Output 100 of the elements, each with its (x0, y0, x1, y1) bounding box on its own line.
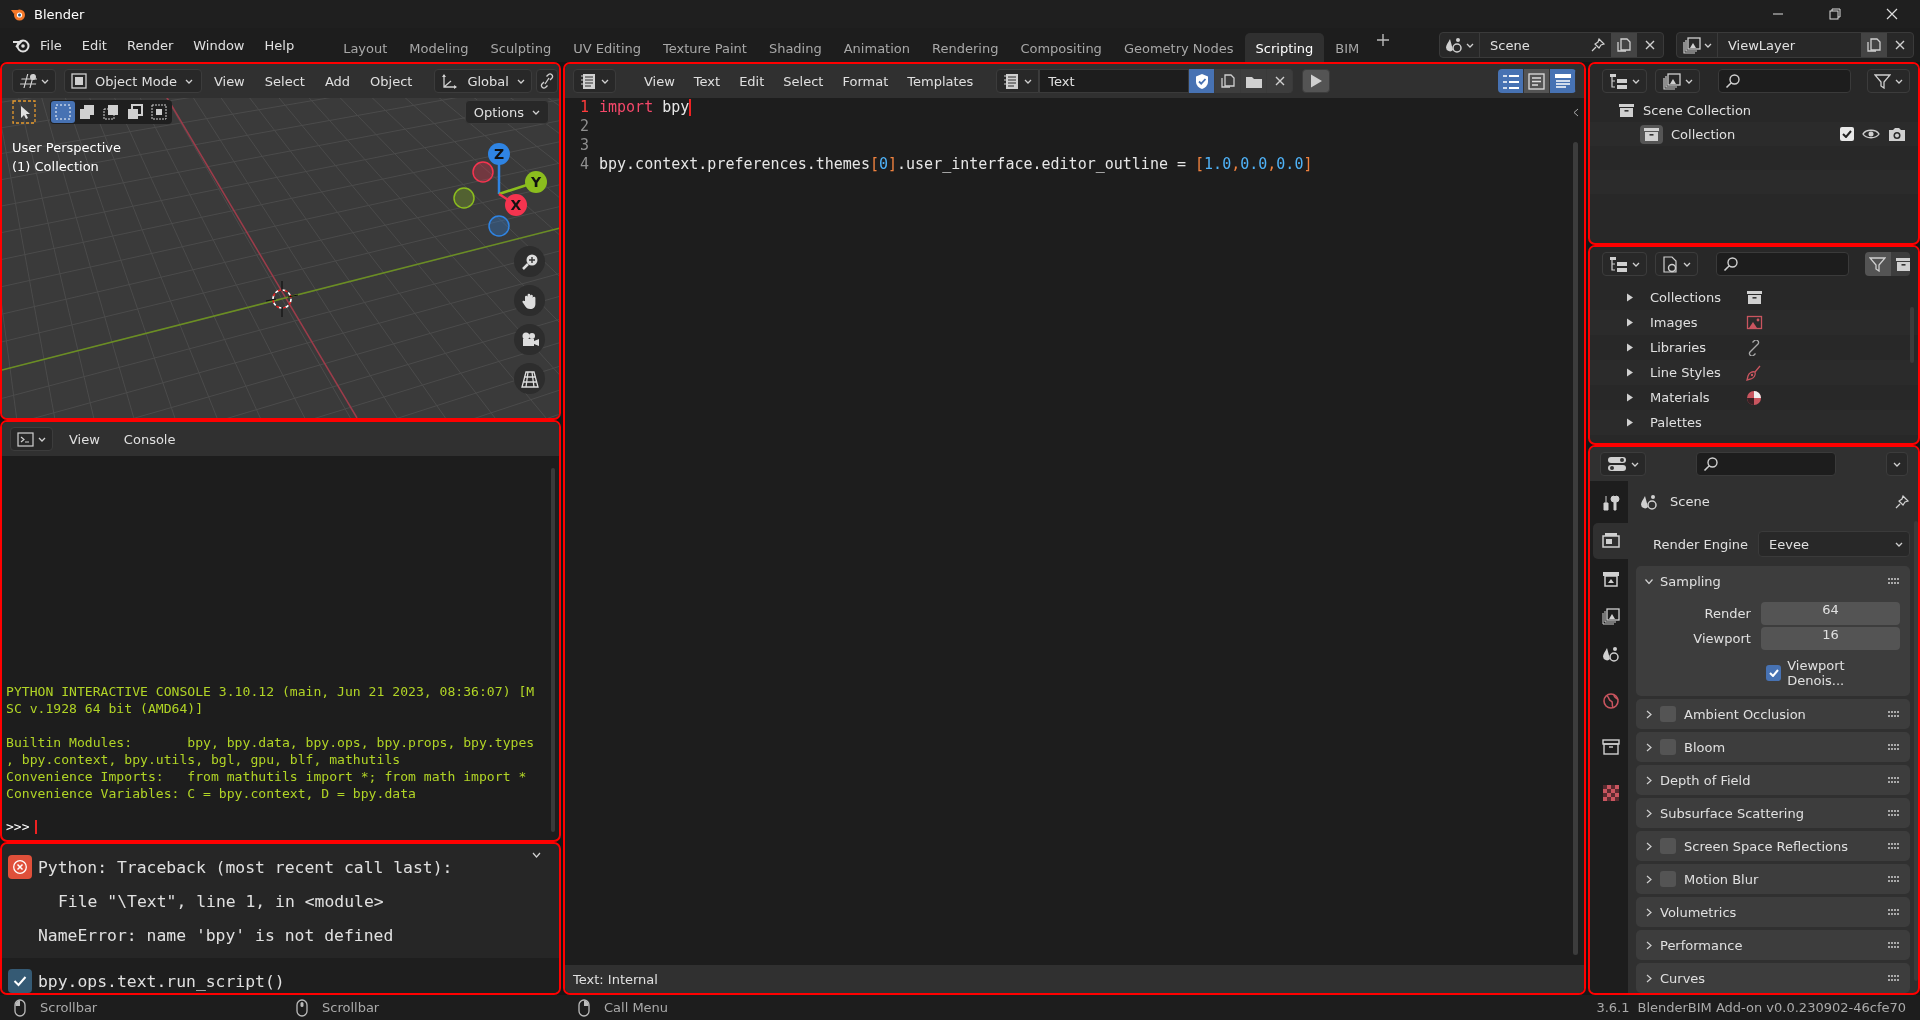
menu-item[interactable]: Select (256, 69, 313, 93)
outliner-item[interactable]: Collection (1671, 126, 1832, 142)
mode-dropdown[interactable]: Object Mode (64, 69, 202, 93)
expand-triangle-icon[interactable] (1626, 293, 1634, 302)
panel-header[interactable]: Curves (1660, 970, 1706, 986)
workspace-tab[interactable]: Shading (757, 33, 833, 63)
scene-selector[interactable]: Scene (1439, 32, 1664, 58)
new-scene-button[interactable] (1611, 33, 1637, 57)
panel-header[interactable]: Performance (1660, 937, 1743, 953)
filter-button[interactable] (1864, 252, 1891, 276)
workspace-tab[interactable]: Texture Paint (652, 33, 758, 63)
editor-type-button[interactable] (1600, 452, 1646, 476)
menu-item[interactable]: Templates (899, 69, 982, 93)
display-mode-button[interactable] (1602, 69, 1647, 93)
workspace-tab[interactable]: UV Editing (562, 33, 652, 63)
panel-header[interactable]: Volumetrics (1660, 904, 1737, 920)
panel-header[interactable]: Screen Space Reflections (1684, 838, 1849, 854)
data-category-item[interactable]: Materials (1650, 390, 1730, 405)
expand-triangle-icon[interactable] (1626, 418, 1634, 427)
options-button[interactable] (1886, 452, 1908, 476)
workspace-tab[interactable]: Geometry Nodes (1112, 33, 1245, 63)
panel-header[interactable]: Bloom (1684, 739, 1726, 755)
menu-item[interactable]: Edit (731, 69, 773, 93)
workspace-tab[interactable]: Animation (832, 33, 921, 63)
display-mode-button[interactable] (1602, 252, 1647, 276)
run-script-button[interactable] (1302, 69, 1331, 93)
expand-triangle-icon[interactable] (1626, 343, 1634, 352)
menu-item[interactable]: Render (116, 32, 184, 58)
navigation-gizmo[interactable]: Z Y X (453, 143, 547, 237)
workspace-tab[interactable]: Sculpting (479, 33, 563, 63)
view-layer-button[interactable] (1655, 69, 1700, 93)
menu-item[interactable]: View (205, 69, 253, 93)
data-category-item[interactable]: Libraries (1650, 340, 1730, 355)
menu-item[interactable]: Select (775, 69, 832, 93)
panel-header[interactable]: Motion Blur (1684, 871, 1759, 887)
expand-triangle-icon[interactable] (1626, 368, 1634, 377)
orientation-dropdown[interactable]: Global (434, 69, 532, 93)
workspace-tab[interactable]: Rendering (921, 33, 1010, 63)
workspace-tab[interactable]: Modeling (398, 33, 480, 63)
workspace-tab[interactable]: BIM (1324, 33, 1371, 63)
new-text-button[interactable] (1215, 69, 1242, 93)
exclude-checkbox[interactable] (1840, 127, 1854, 141)
menu-item[interactable]: View (636, 69, 683, 93)
number-field[interactable]: 16 (1760, 626, 1900, 650)
render-engine-dropdown[interactable]: Eevee (1758, 531, 1910, 558)
menu-item[interactable]: View (61, 427, 108, 451)
data-category-item[interactable]: Images (1650, 315, 1730, 330)
editor-type-button[interactable] (573, 69, 616, 93)
editor-type-button[interactable] (12, 69, 56, 93)
filter-button[interactable] (1867, 69, 1910, 93)
panel-header[interactable]: Depth of Field (1660, 772, 1751, 788)
menu-item[interactable]: Text (685, 69, 729, 93)
panel-header[interactable]: Ambient Occlusion (1684, 706, 1806, 722)
menu-item[interactable]: Object (362, 69, 421, 93)
expand-triangle-icon[interactable] (1626, 393, 1634, 402)
editor-type-button[interactable] (10, 427, 53, 451)
data-category-item[interactable]: Line Styles (1650, 365, 1730, 380)
text-name-field[interactable]: Text (1039, 69, 1190, 93)
word-wrap-toggle[interactable] (1524, 69, 1550, 93)
options-dropdown[interactable]: Options (464, 100, 549, 124)
link-icon (539, 73, 554, 89)
data-category-item[interactable]: Palettes (1650, 415, 1730, 430)
panel-header[interactable]: Sampling (1660, 573, 1721, 589)
view-layer-selector[interactable]: ViewLayer (1676, 32, 1914, 58)
text-browse-button[interactable] (996, 69, 1040, 93)
search-field[interactable] (1716, 252, 1849, 276)
close-icon (1644, 39, 1656, 51)
fake-user-button[interactable] (1189, 69, 1216, 93)
menu-item[interactable]: Edit (71, 32, 117, 58)
unlink-text-button[interactable] (1267, 69, 1294, 93)
properties-tab[interactable] (1593, 523, 1628, 559)
camera-icon[interactable] (1888, 126, 1906, 142)
data-category-item[interactable]: Collections (1650, 290, 1730, 305)
menu-item[interactable]: Help (254, 32, 305, 58)
search-field[interactable] (1696, 452, 1836, 476)
menu-item[interactable]: Window (183, 32, 255, 58)
orphan-data-button[interactable] (1890, 252, 1910, 276)
menu-item[interactable]: Format (834, 69, 897, 93)
blend-file-button[interactable] (1655, 252, 1698, 276)
chevron-icon (184, 78, 193, 84)
panel-header[interactable]: Subsurface Scattering (1660, 805, 1804, 821)
workspace-tab[interactable]: Scripting (1244, 33, 1325, 63)
workspace-tab[interactable]: Compositing (1009, 33, 1113, 63)
chevron-icon (1024, 78, 1033, 84)
expand-triangle-icon[interactable] (1626, 318, 1634, 327)
search-field[interactable] (1718, 69, 1851, 93)
snap-button[interactable] (535, 69, 558, 93)
line-numbers-toggle[interactable] (1498, 69, 1524, 93)
menu-item[interactable]: Add (316, 69, 359, 93)
duplicate-icon (1866, 37, 1882, 53)
menu-item[interactable]: File (30, 32, 72, 58)
checkbox[interactable] (1766, 665, 1782, 681)
outliner-item[interactable]: Scene Collection (1643, 102, 1918, 118)
workspace-tab[interactable]: Layout (332, 33, 399, 63)
eye-icon[interactable] (1862, 128, 1880, 140)
menu-item[interactable]: Console (115, 427, 184, 451)
select-tool-button[interactable] (12, 100, 36, 124)
syntax-highlight-toggle[interactable] (1550, 69, 1576, 93)
new-view-layer-button[interactable] (1861, 33, 1887, 57)
number-field[interactable]: 64 (1760, 601, 1900, 625)
